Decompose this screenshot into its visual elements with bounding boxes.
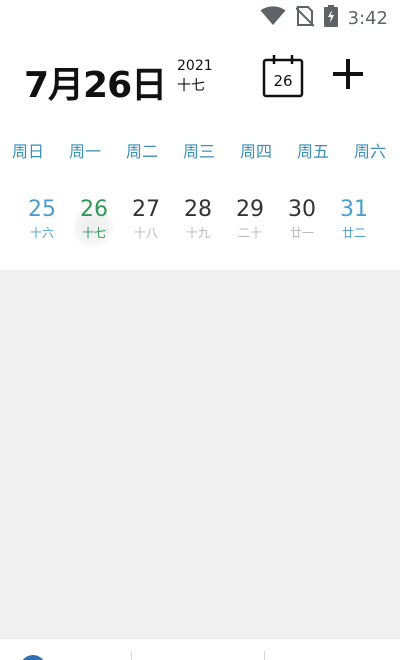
weekday-tuesday: 周二 bbox=[125, 142, 158, 161]
battery-charging-icon bbox=[323, 5, 338, 31]
day-number: 26 bbox=[80, 197, 108, 222]
day-lunar: 廿一 bbox=[289, 226, 314, 240]
year-lunar-block: 2021 十七 bbox=[177, 56, 213, 96]
selected-date-title: 7月26日 bbox=[24, 65, 167, 106]
day-number: 31 bbox=[340, 197, 368, 222]
status-bar: 3:42 bbox=[0, 0, 400, 36]
bottom-navigation bbox=[0, 638, 400, 660]
weekday-thursday: 周四 bbox=[239, 142, 272, 161]
status-icons: 3:42 bbox=[250, 5, 388, 31]
day-cell[interactable]: 29 二十 bbox=[225, 196, 275, 256]
weekday-wednesday: 周三 bbox=[182, 142, 215, 161]
day-lunar: 十六 bbox=[29, 226, 54, 240]
no-sim-icon bbox=[294, 5, 315, 31]
day-lunar: 十八 bbox=[133, 226, 158, 240]
weekday-saturday: 周六 bbox=[353, 142, 386, 161]
day-number: 29 bbox=[236, 197, 264, 222]
day-cell[interactable]: 30 廿一 bbox=[277, 196, 327, 256]
day-number: 25 bbox=[28, 197, 56, 222]
year-label: 2021 bbox=[177, 58, 213, 74]
events-content-area[interactable] bbox=[0, 270, 400, 638]
weekday-friday: 周五 bbox=[296, 142, 329, 161]
day-cell[interactable]: 27 十八 bbox=[121, 196, 171, 256]
weekday-sunday: 周日 bbox=[11, 142, 44, 161]
day-cell[interactable]: 28 十九 bbox=[173, 196, 223, 256]
today-calendar-button[interactable]: 26 bbox=[262, 54, 304, 98]
day-cell-today[interactable]: 26 十七 bbox=[69, 196, 119, 256]
header: 7月26日 2021 十七 26 bbox=[0, 50, 400, 110]
weekday-monday: 周一 bbox=[68, 142, 101, 161]
calendar-icon-day: 26 bbox=[273, 72, 292, 90]
wifi-icon bbox=[260, 6, 286, 30]
day-lunar: 二十 bbox=[237, 226, 262, 240]
plus-icon bbox=[333, 59, 363, 89]
day-number: 27 bbox=[132, 197, 160, 222]
day-cell[interactable]: 31 廿二 bbox=[329, 196, 379, 256]
day-number: 30 bbox=[288, 197, 316, 222]
weekday-row: 周日 周一 周二 周三 周四 周五 周六 bbox=[0, 138, 400, 162]
nav-divider bbox=[264, 651, 265, 660]
day-number: 28 bbox=[184, 197, 212, 222]
add-event-button[interactable] bbox=[330, 56, 366, 92]
lunar-day-label: 十七 bbox=[177, 78, 205, 94]
day-lunar: 廿二 bbox=[341, 226, 366, 240]
week-date-row: 25 十六 26 十七 27 十八 28 十九 29 二十 30 廿一 31 廿… bbox=[0, 196, 400, 256]
day-cell[interactable]: 25 十六 bbox=[17, 196, 67, 256]
day-lunar: 十九 bbox=[185, 226, 210, 240]
calendar-icon: 26 bbox=[262, 55, 304, 98]
nav-divider bbox=[131, 651, 132, 660]
avatar[interactable] bbox=[20, 655, 46, 660]
status-time: 3:42 bbox=[347, 7, 388, 29]
day-lunar: 十七 bbox=[81, 226, 106, 240]
